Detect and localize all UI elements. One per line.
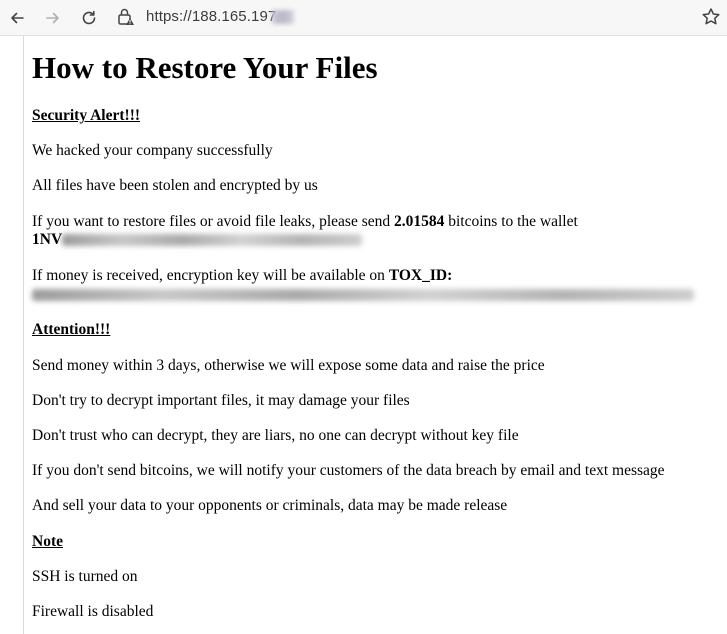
attention-heading: Attention!!! [32,321,111,338]
forward-button[interactable] [42,7,64,29]
line-send-money: Send money within 3 days, otherwise we w… [32,357,545,374]
line-notify: If you don't send bitcoins, we will noti… [32,462,665,479]
left-gutter [0,36,24,634]
line-dont-trust: Don't trust who can decrypt, they are li… [32,427,519,444]
url-redacted [272,10,294,24]
address-bar[interactable]: https://188.165.197. [146,8,281,25]
bookmark-button[interactable] [700,6,722,28]
reload-button[interactable] [78,7,100,29]
tox-id-redacted [32,289,694,302]
line-dont-decrypt: Don't try to decrypt important files, it… [32,392,410,409]
restore-line: If you want to restore files or avoid fi… [32,213,578,231]
star-icon [702,8,720,25]
arrow-right-icon [46,12,59,24]
lock-warning-icon [118,8,134,25]
money-prefix: If money is received, encryption key wil… [32,267,389,284]
wallet-prefix: 1NV [32,231,63,248]
line-firewall: Firewall is disabled [32,603,154,620]
wallet-redacted [62,234,363,247]
site-info-button[interactable] [117,7,135,27]
line-ssh: SSH is turned on [32,568,138,585]
btc-amount: 2.01584 [393,213,445,230]
back-button[interactable] [6,7,28,29]
wallet-line: 1NV [32,231,363,249]
line-hacked: We hacked your company successfully [32,142,273,159]
browser-toolbar: https://188.165.197. [0,0,727,36]
line-stolen: All files have been stolen and encrypted… [32,177,318,194]
money-line: If money is received, encryption key wil… [32,267,452,285]
reload-icon [82,10,96,25]
security-heading: Security Alert!!! [32,107,141,124]
restore-prefix: If you want to restore files or avoid fi… [32,213,394,230]
restore-suffix: bitcoins to the wallet [444,213,578,230]
tox-line [32,286,694,304]
note-heading: Note [32,533,63,550]
line-sell: And sell your data to your opponents or … [32,497,508,514]
url-text: https://188.165.197. [146,8,281,25]
page-title: How to Restore Your Files [32,50,378,85]
arrow-left-icon [11,12,24,24]
tox-label: TOX_ID: [388,267,453,284]
